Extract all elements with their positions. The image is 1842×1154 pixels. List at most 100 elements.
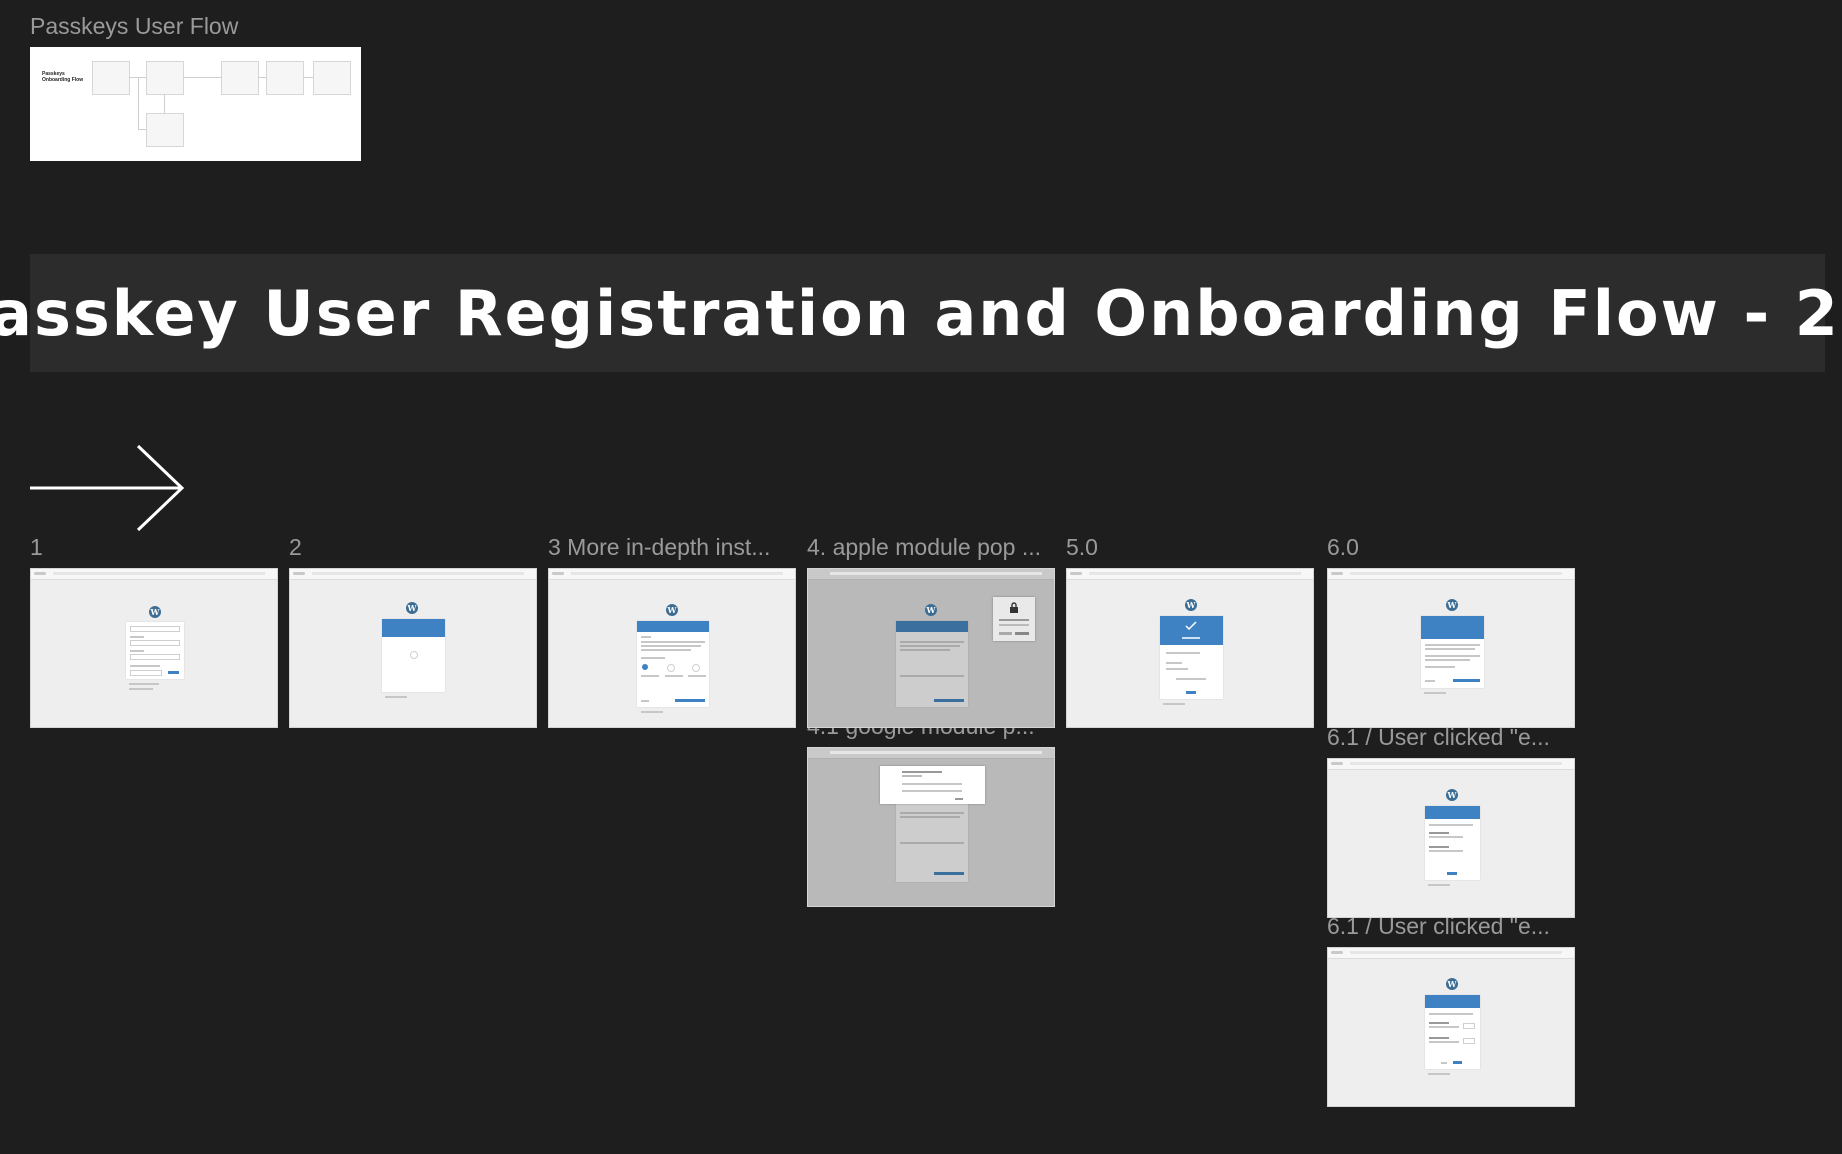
frame-4-screen[interactable]: W bbox=[807, 568, 1055, 728]
text-line bbox=[130, 636, 144, 638]
field bbox=[130, 670, 162, 676]
success-card bbox=[1160, 616, 1223, 699]
text-line bbox=[1182, 637, 1200, 639]
flow-connector bbox=[164, 94, 165, 113]
flow-section-label[interactable]: Passkeys User Flow bbox=[30, 13, 238, 40]
rename-passkey-card bbox=[1425, 995, 1480, 1069]
text-line bbox=[385, 696, 407, 698]
text-line bbox=[902, 775, 922, 777]
flow-node bbox=[92, 61, 130, 95]
design-canvas: Passkeys User Flow Passkeys Onboarding F… bbox=[0, 0, 1842, 1154]
frame-6-screen[interactable]: W bbox=[1327, 568, 1575, 728]
text-line bbox=[665, 675, 683, 677]
flow-connector bbox=[258, 77, 266, 78]
card-header bbox=[1425, 806, 1480, 819]
instructions-card bbox=[637, 621, 709, 707]
frame-2-screen[interactable]: W bbox=[289, 568, 537, 728]
flow-node bbox=[313, 61, 351, 95]
text-line bbox=[1428, 884, 1450, 886]
field bbox=[130, 640, 180, 646]
text-line bbox=[129, 688, 153, 690]
text-line bbox=[1166, 668, 1188, 670]
text-line bbox=[641, 649, 691, 651]
spinner-icon bbox=[410, 651, 418, 659]
text-line bbox=[130, 650, 144, 652]
text-line bbox=[1166, 652, 1200, 654]
text-line bbox=[1428, 1073, 1450, 1075]
browser-bar bbox=[549, 569, 795, 580]
browser-bar bbox=[1328, 759, 1574, 770]
frame-label-5[interactable]: 5.0 bbox=[1066, 534, 1306, 561]
text-line bbox=[1425, 666, 1455, 668]
flow-node bbox=[221, 61, 259, 95]
text-line bbox=[1166, 662, 1182, 664]
frame-label-1[interactable]: 1 bbox=[30, 534, 270, 561]
wordpress-logo-icon: W bbox=[149, 606, 161, 618]
loading-card bbox=[382, 619, 445, 692]
browser-bar bbox=[808, 748, 1054, 759]
wordpress-logo-icon: W bbox=[1185, 599, 1197, 611]
text-line bbox=[641, 645, 701, 647]
text-line bbox=[1425, 655, 1480, 657]
wordpress-logo-icon: W bbox=[1446, 978, 1458, 990]
text-line bbox=[902, 790, 962, 792]
frame-label-2[interactable]: 2 bbox=[289, 534, 529, 561]
frame-6-1b-screen[interactable]: W bbox=[1327, 947, 1575, 1107]
button bbox=[1453, 679, 1480, 682]
text-line bbox=[1429, 1013, 1473, 1015]
text-line bbox=[999, 619, 1029, 621]
card-header bbox=[1421, 616, 1484, 639]
text-line bbox=[1429, 824, 1473, 826]
frame-3-screen[interactable]: W bbox=[548, 568, 796, 728]
field bbox=[130, 626, 180, 632]
flow-diagram-thumbnail[interactable]: Passkeys Onboarding Flow bbox=[30, 47, 361, 161]
frame-label-3[interactable]: 3 More in-depth inst... bbox=[548, 534, 788, 561]
flow-node bbox=[146, 113, 184, 147]
browser-bar bbox=[31, 569, 277, 580]
card-header bbox=[1160, 616, 1223, 645]
flow-connector bbox=[183, 77, 221, 78]
text-line bbox=[1429, 1022, 1449, 1024]
passkey-info-card bbox=[1421, 616, 1484, 688]
step-indicator bbox=[692, 664, 700, 672]
button bbox=[675, 699, 705, 702]
field bbox=[1463, 1038, 1475, 1044]
google-passkey-popup bbox=[880, 766, 985, 804]
text-line bbox=[641, 641, 705, 643]
text-line bbox=[999, 632, 1012, 635]
lock-icon bbox=[1010, 602, 1018, 613]
text-line bbox=[955, 798, 963, 800]
frame-label-4[interactable]: 4. apple module pop ... bbox=[807, 534, 1047, 561]
browser-bar bbox=[290, 569, 536, 580]
flow-node bbox=[266, 61, 304, 95]
text-line bbox=[1429, 1037, 1449, 1039]
card-header bbox=[637, 621, 709, 632]
text-line bbox=[1425, 644, 1480, 646]
text-line bbox=[1429, 850, 1463, 852]
flow-connector bbox=[138, 129, 146, 130]
text-line bbox=[688, 675, 706, 677]
frame-label-6[interactable]: 6.0 bbox=[1327, 534, 1567, 561]
title-banner[interactable]: Passkey User Registration and Onboarding… bbox=[0, 254, 1842, 372]
text-line bbox=[900, 675, 964, 677]
text-line bbox=[900, 645, 960, 647]
text-line bbox=[900, 641, 964, 643]
browser-bar bbox=[1328, 948, 1574, 959]
text-line bbox=[902, 771, 942, 773]
wordpress-logo-icon: W bbox=[666, 604, 678, 616]
frame-6-1a-screen[interactable]: W bbox=[1327, 758, 1575, 918]
text-line bbox=[1425, 648, 1475, 650]
frame-1-screen[interactable]: W bbox=[30, 568, 278, 728]
text-line bbox=[1429, 1041, 1459, 1043]
frame-label-6-1a[interactable]: 6.1 / User clicked "e... bbox=[1327, 724, 1567, 751]
frame-4-1-screen[interactable] bbox=[807, 747, 1055, 907]
manage-passkeys-card bbox=[1425, 806, 1480, 880]
flow-node bbox=[146, 61, 184, 95]
button bbox=[1186, 691, 1196, 694]
wordpress-logo-icon: W bbox=[1446, 599, 1458, 611]
text-line bbox=[1429, 1026, 1459, 1028]
flow-connector bbox=[138, 77, 139, 129]
frame-5-screen[interactable]: W bbox=[1066, 568, 1314, 728]
text-line bbox=[902, 783, 962, 785]
apple-passkey-popup bbox=[993, 597, 1035, 641]
